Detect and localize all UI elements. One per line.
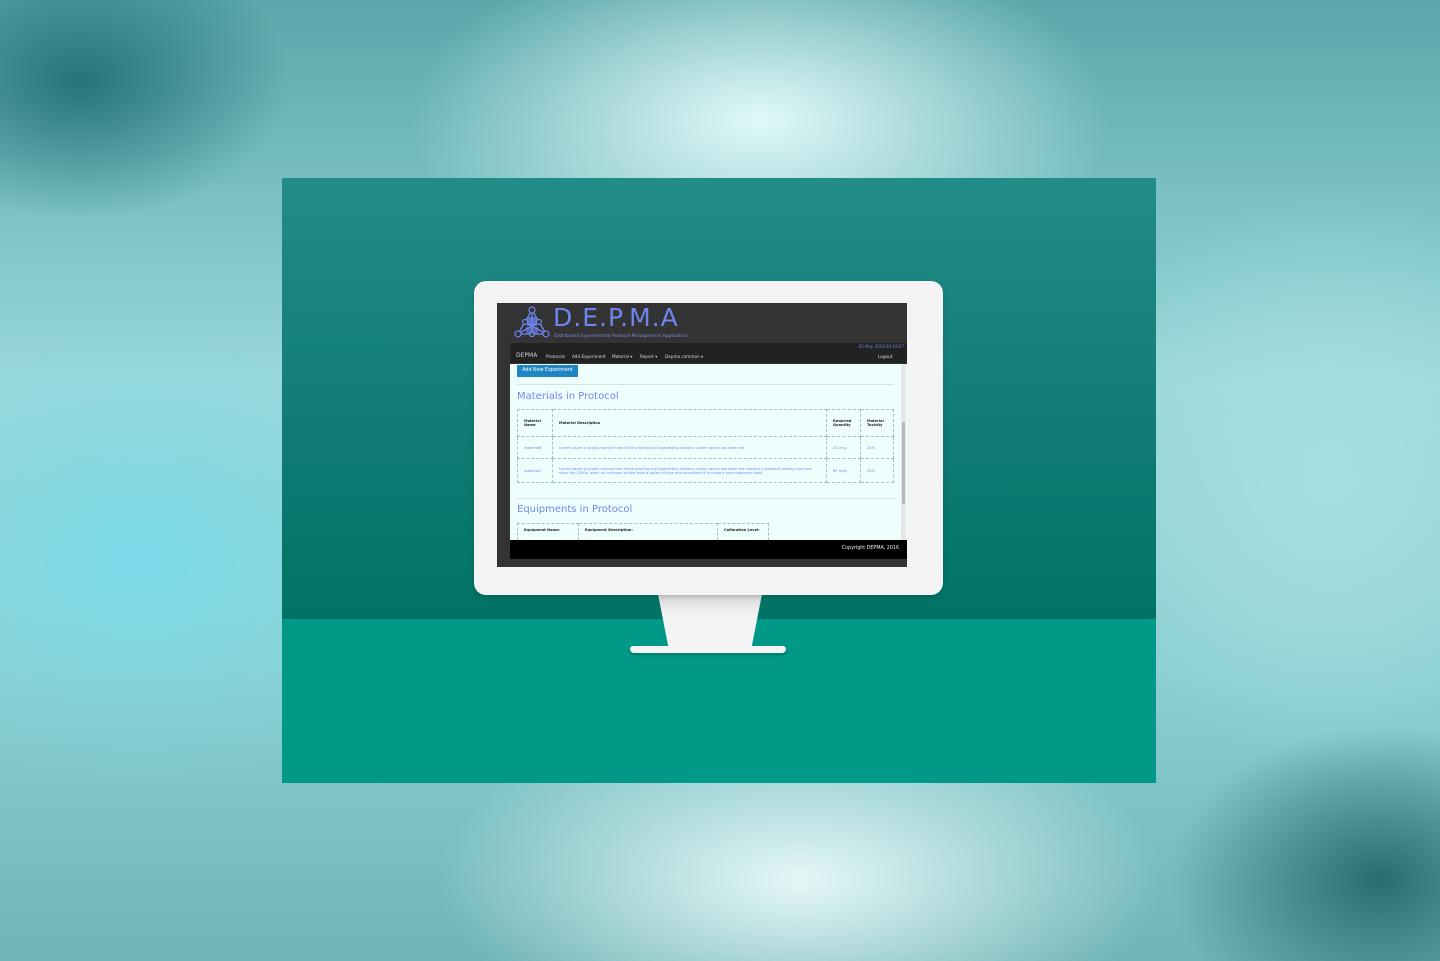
divider xyxy=(517,498,894,499)
table-cell: Lorem Ipsum is simply dummy text of the … xyxy=(552,458,827,483)
app-header: D.E.P.M.A Distributed Experimental Proto… xyxy=(497,303,907,342)
app-title: D.E.P.M.A xyxy=(553,303,679,332)
scene-frame: D.E.P.M.A Distributed Experimental Proto… xyxy=(282,178,1156,783)
table-cell: 89 mcg xyxy=(826,458,861,483)
table-cell: 23 mcg xyxy=(826,436,861,459)
equipments-section-title: Equipments in Protocol xyxy=(517,504,633,515)
nav-item-add-experiment[interactable]: Add Experiment xyxy=(572,354,606,359)
table-cell: materialC xyxy=(517,458,553,483)
current-datetime: 02 May 2016 04:19:07 xyxy=(858,344,904,349)
table-row: materialC Lorem Ipsum is simply dummy te… xyxy=(517,458,894,483)
add-new-experiment-button[interactable]: Add New Experiment xyxy=(517,365,578,377)
nav-item-material-dropdown[interactable]: Material ▾ xyxy=(612,354,632,359)
column-header: Required Quantity xyxy=(826,409,861,437)
table-header-row: Equipment Name: Equipment Description: C… xyxy=(517,523,769,540)
table-cell: 33% xyxy=(860,458,894,483)
date-bar: 02 May 2016 04:19:07 xyxy=(510,343,907,350)
column-header: Material Description xyxy=(552,409,827,437)
column-header: Calibration Level: xyxy=(717,523,769,540)
equipments-table: Equipment Name: Equipment Description: C… xyxy=(517,523,769,540)
app-footer: Copyright DEPMA, 2016 xyxy=(510,540,907,559)
monitor: D.E.P.M.A Distributed Experimental Proto… xyxy=(474,281,943,595)
column-header: Equipment Name: xyxy=(517,523,579,540)
materials-table: Material Name Material Description Requi… xyxy=(517,409,894,483)
main-content: Add New Experiment Materials in Protocol… xyxy=(510,364,907,540)
column-header: Material Toxicity xyxy=(860,409,894,437)
monitor-stand-neck xyxy=(658,595,762,650)
divider xyxy=(517,384,894,385)
copyright-text: Copyright DEPMA, 2016 xyxy=(841,546,899,551)
app-subtitle: Distributed Experimental Protocol Manage… xyxy=(554,334,688,339)
depma-logo-icon xyxy=(514,306,550,338)
nav-item-depma-common-dropdown[interactable]: Depma common ▾ xyxy=(665,354,703,359)
nav-brand-link[interactable]: DEPMA xyxy=(516,352,537,359)
monitor-screen: D.E.P.M.A Distributed Experimental Proto… xyxy=(497,303,907,567)
materials-section-title: Materials in Protocol xyxy=(517,391,619,402)
column-header: Material Name xyxy=(517,409,553,437)
scrollbar-thumb[interactable] xyxy=(902,422,905,504)
monitor-stand-foot xyxy=(630,646,786,653)
navbar: DEPMA Protocols Add Experiment Material … xyxy=(510,350,907,363)
table-cell: 34% xyxy=(860,436,894,459)
nav-item-report-dropdown[interactable]: Report ▾ xyxy=(640,354,657,359)
table-cell: Lorem Ipsum is simply dummy text of the … xyxy=(552,436,827,459)
table-header-row: Material Name Material Description Requi… xyxy=(517,409,894,437)
table-row: materialB Lorem Ipsum is simply dummy te… xyxy=(517,436,894,459)
column-header: Equipment Description: xyxy=(578,523,718,540)
table-cell: materialB xyxy=(517,436,553,459)
nav-item-protocols[interactable]: Protocols xyxy=(546,354,565,359)
content-scrollbar[interactable] xyxy=(901,364,906,540)
logout-link[interactable]: Logout xyxy=(878,354,892,359)
